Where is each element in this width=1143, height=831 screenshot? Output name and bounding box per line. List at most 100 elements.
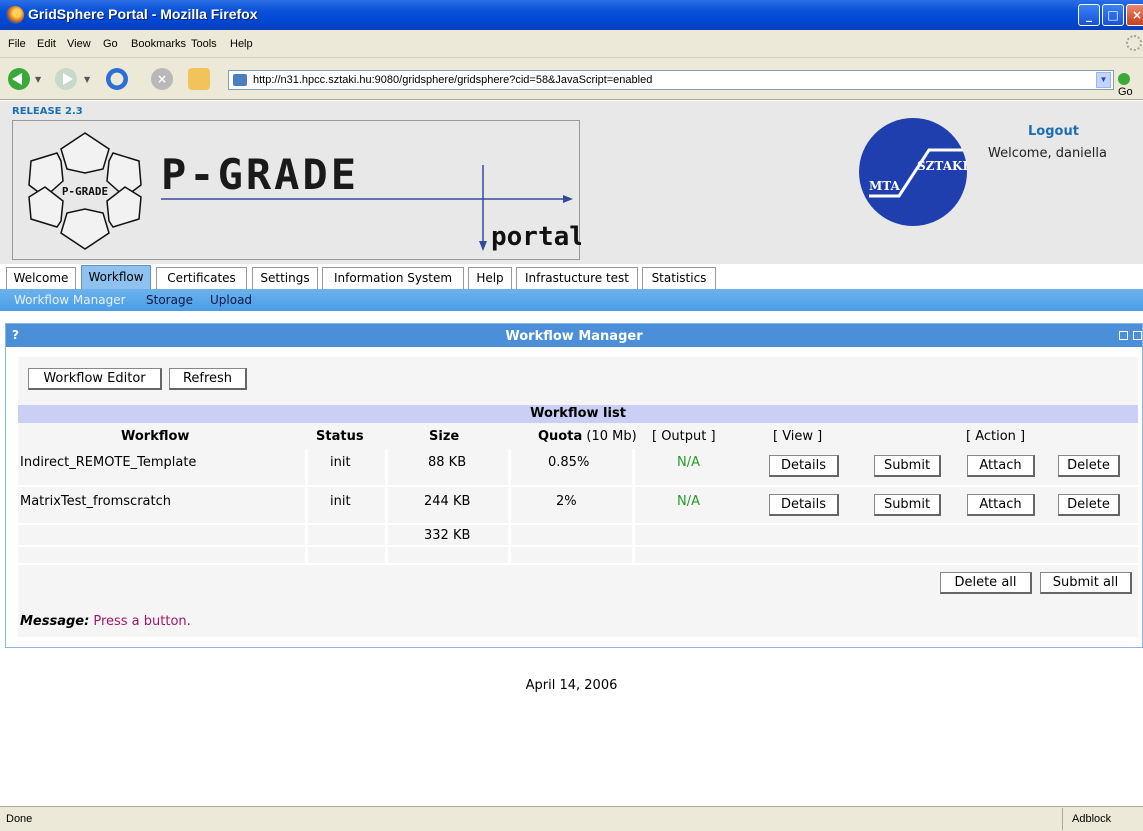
portlet-minimize-icon[interactable] bbox=[1119, 331, 1128, 340]
subnav-workflow-manager[interactable]: Workflow Manager bbox=[14, 293, 126, 307]
window-titlebar: GridSphere Portal - Mozilla Firefox _ □ … bbox=[0, 0, 1143, 30]
mta-logo-right: SZTAKI bbox=[917, 159, 967, 173]
portlet-maximize-icon[interactable] bbox=[1133, 331, 1142, 340]
details-button[interactable]: Details bbox=[769, 494, 839, 516]
home-icon[interactable] bbox=[188, 68, 210, 90]
row-divider bbox=[18, 523, 1138, 525]
page-date: April 14, 2006 bbox=[525, 678, 618, 693]
tab-infrastucture-test[interactable]: Infrastucture test bbox=[516, 267, 638, 289]
tab-certificates[interactable]: Certificates bbox=[156, 267, 247, 289]
table-row: MatrixTest_fromscratch init 244 KB 2% N/… bbox=[18, 487, 1138, 523]
col-header-quota: Quota (10 Mb) bbox=[538, 429, 637, 444]
workflow-manager-portlet: ? Workflow Manager Workflow Editor Refre… bbox=[5, 323, 1143, 648]
attach-button[interactable]: Attach bbox=[967, 494, 1035, 516]
column-divider bbox=[385, 449, 388, 565]
firefox-icon bbox=[6, 6, 24, 24]
forward-arrow-icon[interactable] bbox=[55, 68, 77, 90]
attach-button[interactable]: Attach bbox=[967, 455, 1035, 477]
message-label: Message: bbox=[20, 614, 90, 629]
delete-all-button[interactable]: Delete all bbox=[940, 572, 1032, 594]
message-text: Press a button. bbox=[93, 614, 191, 629]
subnav-upload[interactable]: Upload bbox=[210, 293, 252, 307]
workflow-name: MatrixTest_fromscratch bbox=[20, 494, 171, 509]
workflow-output: N/A bbox=[677, 494, 700, 509]
message-area: Message: Press a button. bbox=[18, 607, 1138, 637]
row-divider bbox=[18, 545, 1138, 547]
workflow-quota: 2% bbox=[556, 494, 577, 509]
column-divider bbox=[305, 449, 308, 565]
column-divider bbox=[508, 449, 511, 565]
workflow-list-title: Workflow list bbox=[18, 405, 1138, 423]
mta-sztaki-logo: MTA SZTAKI bbox=[859, 118, 967, 226]
workflow-status: init bbox=[330, 455, 351, 470]
col-header-view: [ View ] bbox=[773, 429, 823, 444]
close-window-button[interactable]: × bbox=[1126, 4, 1143, 26]
menu-file[interactable]: File bbox=[8, 38, 26, 50]
status-text: Done bbox=[6, 813, 33, 825]
subnav-storage[interactable]: Storage bbox=[146, 293, 193, 307]
throbber-icon bbox=[1126, 35, 1142, 51]
delete-button[interactable]: Delete bbox=[1058, 494, 1120, 516]
workflow-editor-button[interactable]: Workflow Editor bbox=[28, 368, 162, 390]
tab-welcome[interactable]: Welcome bbox=[6, 267, 76, 289]
submit-button[interactable]: Submit bbox=[874, 494, 941, 516]
mta-logo-left: MTA bbox=[869, 179, 901, 193]
tab-information-system[interactable]: Information System bbox=[322, 267, 464, 289]
total-size: 332 KB bbox=[424, 528, 471, 543]
release-label: RELEASE 2.3 bbox=[12, 106, 83, 117]
menu-bar: File Edit View Go Bookmarks Tools Help bbox=[0, 30, 1143, 58]
column-divider bbox=[632, 449, 635, 565]
address-bar[interactable]: http://n31.hpcc.sztaki.hu:9080/gridspher… bbox=[228, 70, 1114, 90]
row-divider bbox=[18, 563, 1138, 565]
col-header-workflow: Workflow bbox=[121, 429, 190, 444]
workflow-output: N/A bbox=[677, 455, 700, 470]
small-logo-text: P-GRADE bbox=[62, 185, 108, 198]
workflow-name: Indirect_REMOTE_Template bbox=[20, 455, 197, 470]
menu-tools[interactable]: Tools bbox=[191, 38, 217, 50]
menu-go[interactable]: Go bbox=[103, 38, 118, 50]
menu-edit[interactable]: Edit bbox=[37, 38, 56, 50]
refresh-button[interactable]: Refresh bbox=[169, 368, 247, 390]
tab-help[interactable]: Help bbox=[468, 267, 512, 289]
submit-button[interactable]: Submit bbox=[874, 455, 941, 477]
back-dropdown-icon[interactable]: ▼ bbox=[35, 75, 41, 84]
address-url[interactable]: http://n31.hpcc.sztaki.hu:9080/gridspher… bbox=[253, 71, 652, 89]
col-header-output: [ Output ] bbox=[652, 429, 716, 444]
tab-settings[interactable]: Settings bbox=[252, 267, 318, 289]
tab-statistics[interactable]: Statistics bbox=[642, 267, 716, 289]
adblock-indicator[interactable]: Adblock bbox=[1062, 808, 1137, 830]
delete-button[interactable]: Delete bbox=[1058, 455, 1120, 477]
menu-help[interactable]: Help bbox=[230, 38, 253, 50]
portal-header: RELEASE 2.3 P-GRADE P-GRADE portal MTA S… bbox=[0, 101, 1143, 264]
quota-label: Quota bbox=[538, 429, 583, 444]
menu-bookmarks[interactable]: Bookmarks bbox=[131, 38, 186, 50]
tab-workflow[interactable]: Workflow bbox=[81, 265, 151, 289]
reload-icon[interactable] bbox=[106, 68, 128, 90]
workflow-quota: 0.85% bbox=[548, 455, 590, 470]
table-header-row: Workflow Status Size Quota (10 Mb) [ Out… bbox=[18, 427, 1138, 447]
submit-all-button[interactable]: Submit all bbox=[1040, 572, 1132, 594]
pgrade-logo: P-GRADE P-GRADE portal bbox=[12, 120, 581, 260]
back-arrow-icon[interactable] bbox=[8, 68, 30, 90]
minimize-window-button[interactable]: _ bbox=[1078, 4, 1100, 26]
quota-unit: (10 Mb) bbox=[586, 429, 637, 444]
portlet-header: ? Workflow Manager bbox=[6, 324, 1142, 347]
logout-link[interactable]: Logout bbox=[1028, 124, 1079, 139]
pgrade-logo-graphic: P-GRADE P-GRADE portal bbox=[28, 132, 581, 252]
go-icon bbox=[1118, 73, 1130, 85]
status-bar: Done Adblock bbox=[0, 806, 1143, 831]
sub-navigation: Workflow Manager Storage Upload bbox=[0, 289, 1143, 311]
col-header-size: Size bbox=[429, 429, 460, 444]
forward-dropdown-icon[interactable]: ▼ bbox=[84, 75, 90, 84]
details-button[interactable]: Details bbox=[769, 455, 839, 477]
menu-view[interactable]: View bbox=[67, 38, 91, 50]
table-total-row: 332 KB bbox=[18, 525, 1138, 545]
stop-icon[interactable]: × bbox=[151, 68, 173, 90]
address-dropdown-icon[interactable]: ▼ bbox=[1096, 72, 1111, 88]
window-title: GridSphere Portal - Mozilla Firefox bbox=[28, 6, 258, 22]
maximize-window-button[interactable]: □ bbox=[1102, 4, 1124, 26]
site-icon bbox=[233, 74, 247, 86]
table-row: Indirect_REMOTE_Template init 88 KB 0.85… bbox=[18, 449, 1138, 485]
workflow-status: init bbox=[330, 494, 351, 509]
go-button[interactable]: Go bbox=[1118, 73, 1143, 98]
